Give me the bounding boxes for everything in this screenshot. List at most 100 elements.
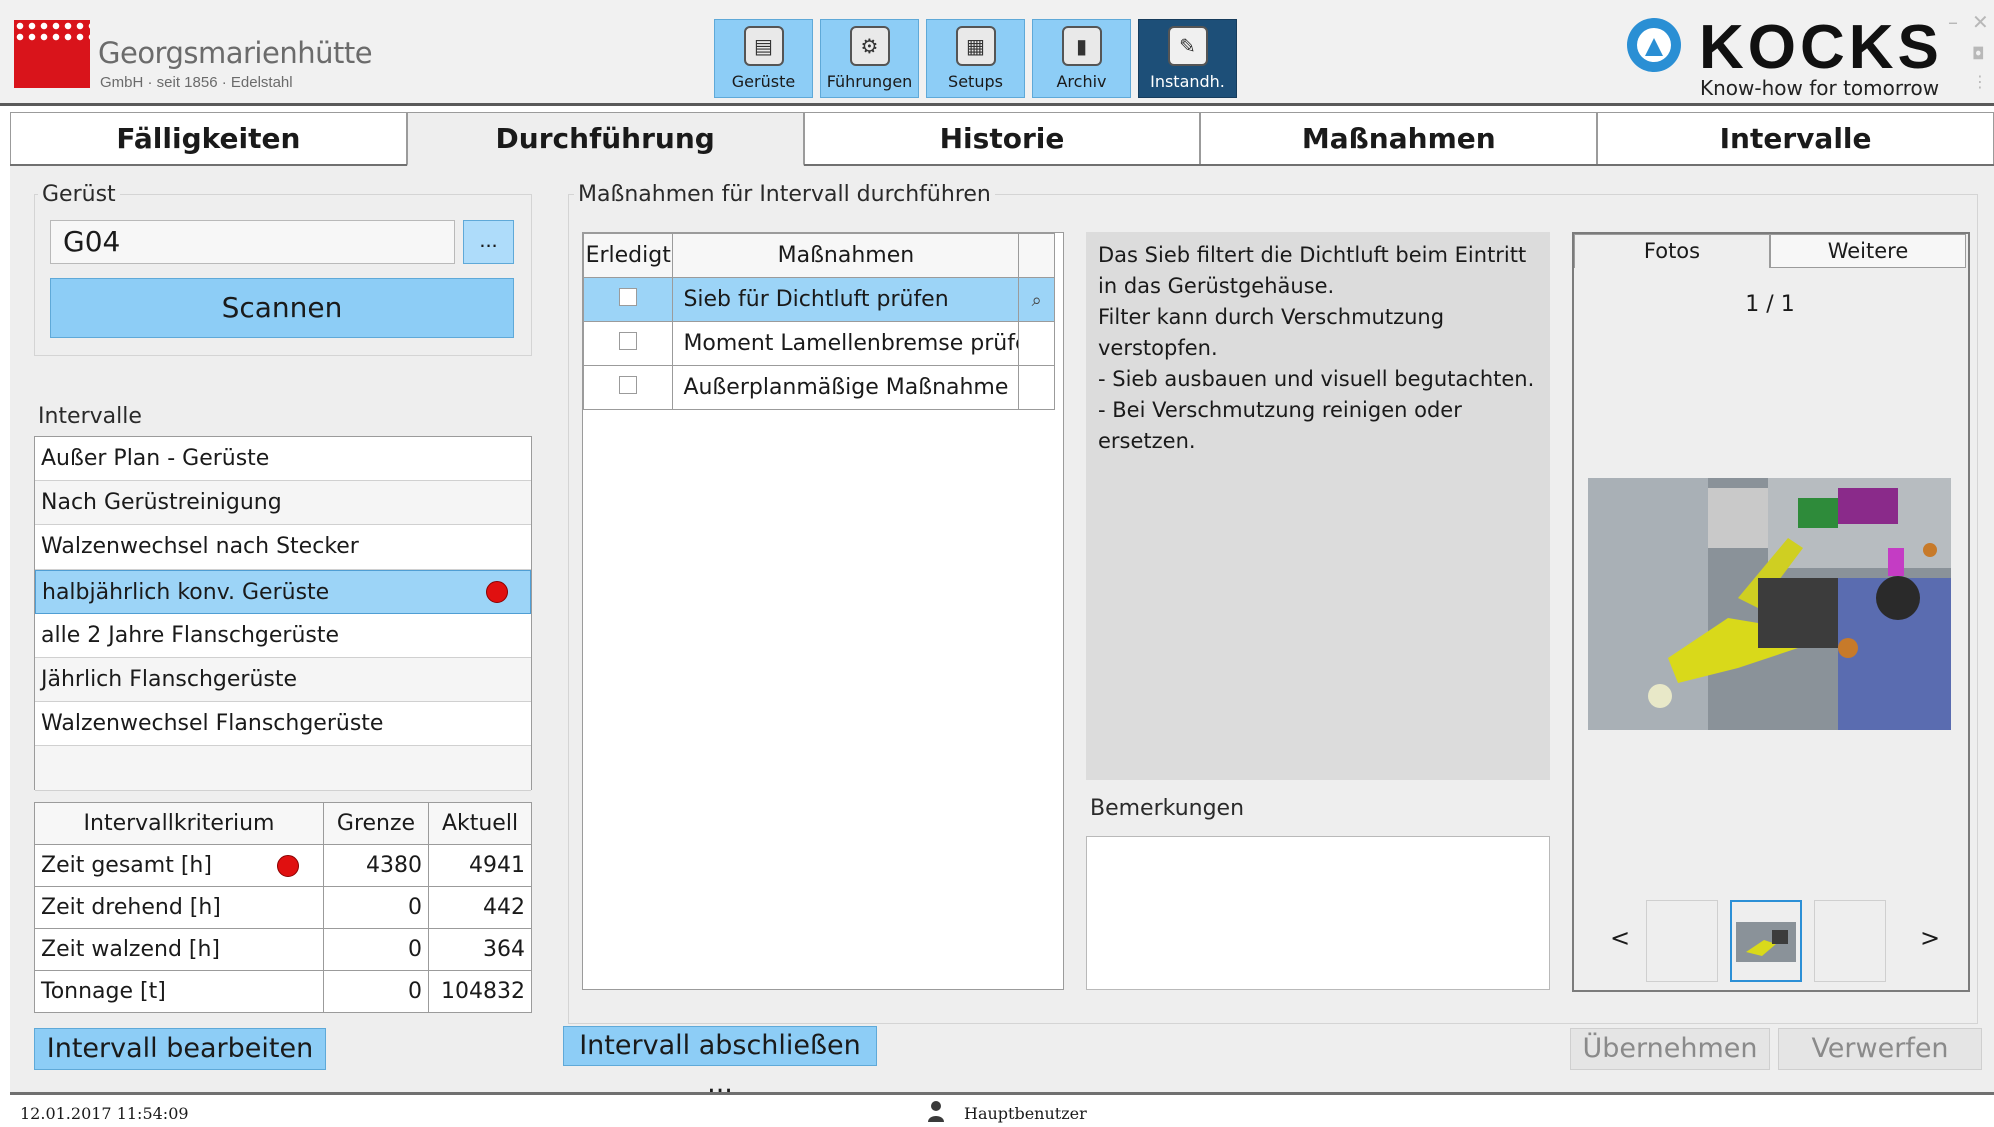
- criterion-limit: 0: [323, 886, 429, 929]
- table-header-row: Erledigt Maßnahmen: [582, 233, 1055, 278]
- status-bar: 12.01.2017 11:54:09 Hauptbenutzer: [10, 1092, 1994, 1127]
- photo-tabs: Fotos Weitere: [1574, 234, 1968, 268]
- criterion-current: 4941: [428, 844, 532, 887]
- tab-more[interactable]: Weitere: [1770, 234, 1966, 268]
- module-button-archiv[interactable]: ▮ Archiv: [1032, 19, 1131, 98]
- table-header-row: Intervallkriterium Grenze Aktuell: [34, 802, 532, 845]
- interval-item[interactable]: Nach Gerüstreinigung: [35, 481, 531, 526]
- measure-row[interactable]: Außerplanmäßige Maßnahme: [582, 365, 1055, 410]
- measure-label: Moment Lamellenbremse prüfen: [672, 321, 1020, 366]
- thumbnail-image: [1736, 922, 1796, 962]
- criterion-limit: 0: [323, 970, 429, 1013]
- interval-item-label: Walzenwechsel Flanschgerüste: [41, 711, 384, 737]
- interval-item[interactable]: Jährlich Flanschgerüste: [35, 657, 531, 703]
- interval-item[interactable]: Walzenwechsel nach Stecker: [35, 525, 531, 570]
- interval-item-empty[interactable]: [35, 746, 531, 791]
- criterion-name: Tonnage [t]: [34, 970, 324, 1013]
- intervals-label: Intervalle: [38, 404, 142, 429]
- module-bar: ▤ Gerüste ⚙ Führungen ▦ Setups ▮ Archiv …: [714, 19, 1237, 98]
- criterion-current: 442: [428, 886, 532, 929]
- close-interval-button[interactable]: Intervall abschließen ...: [563, 1026, 877, 1099]
- app-header: Georgsmarienhütte GmbH · seit 1856 · Ede…: [0, 0, 1994, 106]
- edit-interval-button[interactable]: Intervall bearbeiten: [34, 1028, 326, 1070]
- remarks-label: Bemerkungen: [1090, 796, 1245, 821]
- tab-durchfuehrung[interactable]: Durchführung: [406, 112, 804, 166]
- machine-render-image: [1588, 478, 1951, 730]
- done-checkbox[interactable]: [619, 288, 638, 306]
- interval-item-label: halbjährlich konv. Gerüste: [42, 579, 330, 605]
- main-tabs: Fälligkeiten Durchführung Historie Maßna…: [10, 112, 1994, 166]
- done-cell: [582, 321, 674, 366]
- window-controls: – ✕ ◘ ⋮⋮: [1948, 10, 1994, 96]
- tab-faelligkeiten[interactable]: Fälligkeiten: [10, 112, 407, 164]
- done-checkbox[interactable]: [619, 376, 638, 394]
- close-icon[interactable]: ✕: [1972, 10, 1989, 34]
- module-button-instandhaltung[interactable]: ✎ Instandh.: [1138, 19, 1237, 98]
- table-row: Zeit gesamt [h] 4380 4941: [34, 844, 532, 887]
- tab-intervalle[interactable]: Intervalle: [1597, 112, 1994, 164]
- interval-item[interactable]: Walzenwechsel Flanschgerüste: [35, 702, 531, 747]
- partner-name: KOCKS: [1699, 13, 1943, 82]
- module-label: Instandh.: [1150, 72, 1225, 91]
- interval-list: Außer Plan - Gerüste Nach Gerüstreinigun…: [34, 436, 532, 791]
- photo-thumbnail-empty[interactable]: [1814, 900, 1886, 982]
- column-header: Aktuell: [428, 802, 532, 845]
- stand-input[interactable]: G04: [50, 220, 455, 264]
- setups-icon: ▦: [955, 26, 996, 66]
- table-row: Zeit drehend [h] 0 442: [34, 886, 532, 929]
- column-header-done: Erledigt: [582, 233, 674, 278]
- criterion-limit: 4380: [323, 844, 429, 887]
- measures-table: Erledigt Maßnahmen Sieb für Dichtluft pr…: [582, 233, 1055, 410]
- scan-button[interactable]: Scannen: [50, 278, 514, 338]
- interval-item[interactable]: alle 2 Jahre Flanschgerüste: [35, 614, 531, 658]
- column-header-action: [1018, 233, 1055, 278]
- done-cell: [582, 277, 674, 322]
- next-photo-button[interactable]: >: [1920, 924, 1940, 952]
- criterion-name: Zeit drehend [h]: [34, 886, 324, 929]
- module-button-fuehrungen[interactable]: ⚙ Führungen: [820, 19, 919, 98]
- measure-row-selected[interactable]: Sieb für Dichtluft prüfen ⌕: [582, 277, 1055, 322]
- tab-massnahmen[interactable]: Maßnahmen: [1200, 112, 1598, 164]
- photo-panel: Fotos Weitere 1 / 1 < >: [1572, 232, 1970, 992]
- camera-icon[interactable]: ◘: [1972, 44, 1985, 63]
- criterion-name: Zeit gesamt [h]: [34, 844, 324, 887]
- done-checkbox[interactable]: [619, 332, 638, 350]
- interval-item[interactable]: Außer Plan - Gerüste: [35, 437, 531, 482]
- interval-item-selected[interactable]: halbjährlich konv. Gerüste: [35, 569, 531, 614]
- criterion-name: Zeit walzend [h]: [34, 928, 324, 971]
- interval-item-label: Jährlich Flanschgerüste: [41, 666, 298, 692]
- measure-label: Sieb für Dichtluft prüfen: [672, 277, 1020, 322]
- browse-stand-button[interactable]: ...: [463, 220, 514, 264]
- criterion-current: 364: [428, 928, 532, 971]
- remarks-field[interactable]: [1086, 836, 1550, 990]
- company-name: Georgsmarienhütte: [98, 36, 373, 70]
- module-label: Archiv: [1056, 72, 1107, 91]
- table-row: Tonnage [t] 0 104832: [34, 970, 532, 1013]
- module-button-setups[interactable]: ▦ Setups: [926, 19, 1025, 98]
- criterion-limit: 0: [323, 928, 429, 971]
- criterion-name-text: Zeit gesamt [h]: [41, 853, 212, 878]
- previous-photo-button[interactable]: <: [1610, 924, 1630, 952]
- tab-photos[interactable]: Fotos: [1574, 234, 1770, 268]
- execution-panel: Gerüst G04 ... Scannen Intervalle Außer …: [10, 166, 1994, 1099]
- done-cell: [582, 365, 674, 410]
- minimize-icon[interactable]: –: [1948, 10, 1958, 34]
- table-row: Zeit walzend [h] 0 364: [34, 928, 532, 971]
- interval-item-label: alle 2 Jahre Flanschgerüste: [41, 622, 340, 648]
- measure-label: Außerplanmäßige Maßnahme: [672, 365, 1020, 410]
- column-header: Intervallkriterium: [34, 802, 324, 845]
- interval-item-label: Nach Gerüstreinigung: [41, 490, 282, 516]
- grid-icon[interactable]: ⋮⋮: [1972, 72, 1994, 91]
- discard-button[interactable]: Verwerfen: [1778, 1028, 1982, 1070]
- photo-thumbnail-empty[interactable]: [1646, 900, 1718, 982]
- machine-photo[interactable]: [1588, 478, 1951, 730]
- measure-row[interactable]: Moment Lamellenbremse prüfen: [582, 321, 1055, 366]
- tab-historie[interactable]: Historie: [803, 112, 1201, 164]
- action-cell: ⌕: [1018, 277, 1055, 322]
- magnifier-icon[interactable]: ⌕: [1032, 290, 1042, 311]
- interval-item-label: Walzenwechsel nach Stecker: [41, 534, 359, 560]
- module-button-gerueste[interactable]: ▤ Gerüste: [714, 19, 813, 98]
- photo-thumbnail-selected[interactable]: [1730, 900, 1802, 982]
- criterion-current: 104832: [428, 970, 532, 1013]
- apply-button[interactable]: Übernehmen: [1570, 1028, 1770, 1070]
